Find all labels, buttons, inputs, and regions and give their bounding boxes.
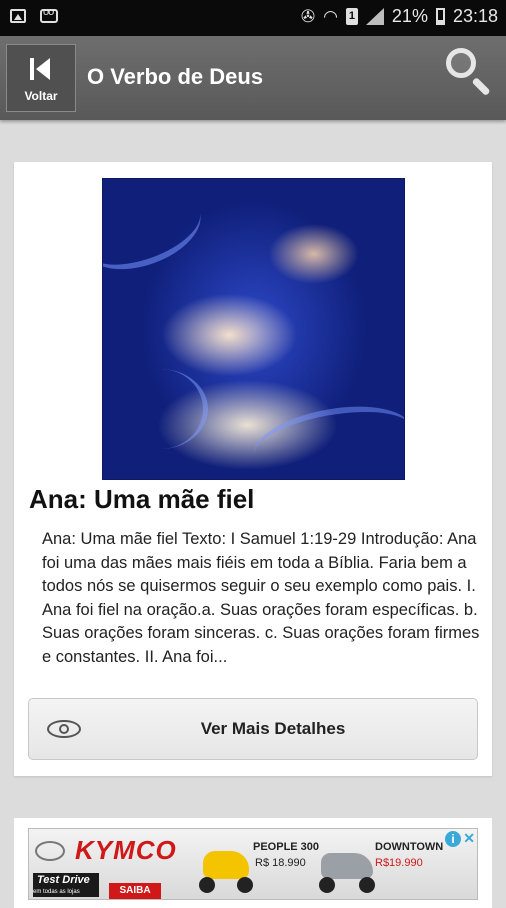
ad-close-icon[interactable]: ✕ bbox=[463, 830, 475, 847]
app-title: O Verbo de Deus bbox=[87, 64, 264, 89]
ad-test-drive-sub: em todas as lojas bbox=[33, 889, 80, 895]
signal-icon bbox=[365, 8, 384, 25]
search-button[interactable] bbox=[444, 46, 494, 97]
ad-price-1: R$ 18.990 bbox=[255, 857, 306, 869]
ad-model-2: DOWNTOWN bbox=[375, 841, 444, 853]
ad-price-2: R$19.990 bbox=[375, 857, 423, 869]
battery-percent: 21% bbox=[391, 6, 428, 26]
ad-info-icon[interactable]: i bbox=[445, 831, 461, 847]
view-details-button[interactable]: Ver Mais Detalhes bbox=[28, 698, 478, 760]
article-image[interactable] bbox=[102, 178, 405, 480]
view-details-label: Ver Mais Detalhes bbox=[200, 719, 346, 738]
status-bar: ✇ ◠ 1 21% 23:18 bbox=[0, 0, 506, 36]
ad-model-1: PEOPLE 300 bbox=[253, 841, 320, 853]
voicemail-notification-icon bbox=[40, 6, 58, 23]
ad-cta-button[interactable]: SAIBA MAIS! bbox=[109, 883, 161, 899]
back-button[interactable]: Voltar bbox=[6, 44, 76, 112]
back-label: Voltar bbox=[24, 89, 58, 103]
wifi-icon: ◠ bbox=[323, 6, 338, 26]
article-title[interactable]: Ana: Uma mãe fiel bbox=[29, 484, 254, 515]
ad-brand: KYMCO bbox=[75, 835, 177, 865]
article-description: Ana: Uma mãe fiel Texto: I Samuel 1:19-2… bbox=[42, 530, 480, 666]
yellow-scooter-image bbox=[197, 837, 257, 895]
clock: 23:18 bbox=[452, 6, 498, 26]
article-card[interactable]: Ana: Uma mãe fiel Ana: Uma mãe fiel Text… bbox=[14, 162, 492, 776]
image-notification-icon bbox=[10, 9, 26, 23]
sim-icon: 1 bbox=[345, 8, 358, 25]
app-bar: Voltar O Verbo de Deus bbox=[0, 36, 506, 120]
battery-icon bbox=[435, 8, 445, 25]
ad-banner[interactable]: KYMCO Test Drive em todas as lojas SAIBA… bbox=[28, 828, 478, 900]
silver-scooter-image bbox=[317, 839, 379, 895]
vibrate-icon: ✇ bbox=[300, 6, 316, 26]
brand-logo-icon bbox=[35, 841, 65, 861]
skip-back-icon bbox=[30, 58, 52, 80]
